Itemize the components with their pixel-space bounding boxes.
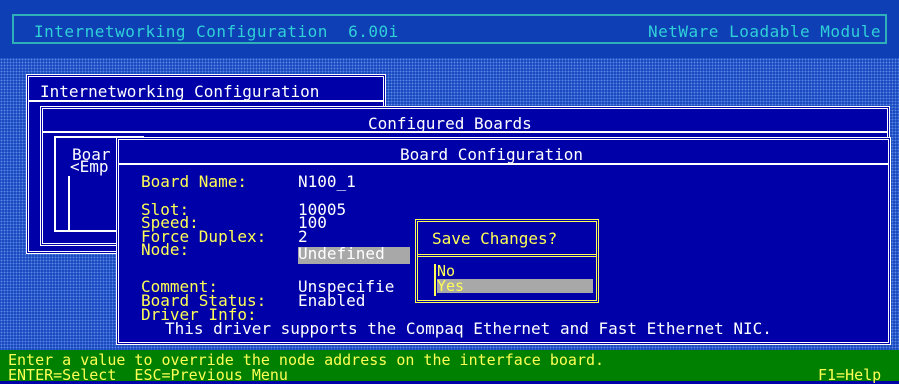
board-name-label: Board Name: xyxy=(141,172,247,191)
module-label: NetWare Loadable Module xyxy=(648,22,882,41)
configured-boards-divider xyxy=(43,131,887,133)
boards-list-divider xyxy=(68,176,70,232)
main-window-title: Internetworking Configuration xyxy=(40,82,320,101)
force-duplex-value[interactable]: 2 xyxy=(298,229,308,245)
save-changes-title: Save Changes? xyxy=(432,229,558,248)
board-config-title: Board Configuration xyxy=(400,145,584,164)
board-name-value: N100_1 xyxy=(298,172,356,191)
node-input-field[interactable]: Undefined xyxy=(298,246,410,264)
option-no[interactable]: No xyxy=(437,264,587,279)
save-changes-divider xyxy=(418,254,596,260)
driver-info-value: This driver supports the Compaq Ethernet… xyxy=(165,319,772,338)
app-title: Internetworking Configuration 6.00i xyxy=(34,22,399,41)
dialog-list-edge xyxy=(434,264,436,296)
board-status-value[interactable]: Enabled xyxy=(298,293,365,309)
help-key[interactable]: F1=Help xyxy=(818,368,881,383)
main-title-divider xyxy=(29,100,383,102)
option-yes[interactable]: Yes xyxy=(437,279,593,294)
status-keys: ENTER=Select ESC=Previous Menu xyxy=(8,366,288,384)
boards-list-empty-item[interactable]: <Emp xyxy=(70,159,109,175)
board-config-divider xyxy=(119,163,888,165)
node-label: Node: xyxy=(141,240,190,259)
